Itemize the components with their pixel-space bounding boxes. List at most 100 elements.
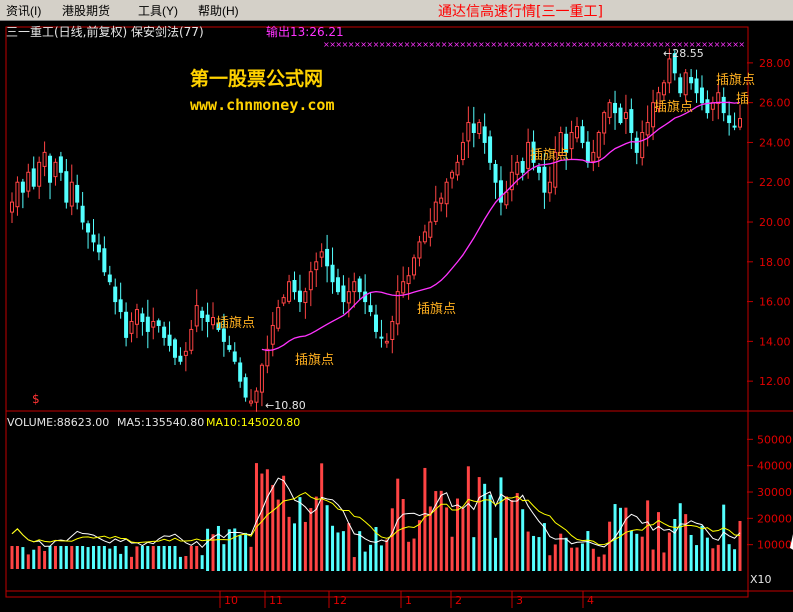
volume-bar xyxy=(97,546,101,571)
menu-hk-futures[interactable]: 港股期货 xyxy=(62,2,110,19)
price-tick-label: 12.00 xyxy=(759,375,791,388)
month-label: 4 xyxy=(587,594,594,607)
volume-bar xyxy=(396,478,400,571)
candle-up xyxy=(303,291,308,304)
volume-bar xyxy=(499,477,503,571)
volume-bar xyxy=(407,541,411,571)
candle-up xyxy=(667,58,672,84)
month-label: 1 xyxy=(405,594,412,607)
candle-up xyxy=(183,350,188,356)
candle-up xyxy=(276,307,281,329)
candle-down xyxy=(80,205,85,223)
candle-up xyxy=(466,122,471,142)
candle-up xyxy=(607,102,612,118)
price-tick-label: 16.00 xyxy=(759,296,791,309)
volume-bar xyxy=(705,537,709,571)
candle-down xyxy=(580,126,585,143)
volume-bar xyxy=(119,553,123,571)
candle-down xyxy=(357,278,362,293)
volume-bar xyxy=(195,546,199,571)
candle-up xyxy=(433,201,438,222)
flag-point-annotation: 插旗点 xyxy=(530,147,569,163)
volume-bar xyxy=(113,546,117,571)
volume-bar xyxy=(157,546,161,571)
candle-up xyxy=(134,309,139,325)
volume-bar xyxy=(10,546,14,571)
candle-down xyxy=(145,316,150,332)
price-tick-label: 24.00 xyxy=(759,136,791,149)
volume-bar xyxy=(70,546,74,571)
candle-up xyxy=(738,118,742,128)
candle-down xyxy=(542,166,547,193)
candle-down xyxy=(379,336,384,339)
volume-bar xyxy=(689,534,693,571)
volume-bar xyxy=(548,555,552,571)
volume-bar xyxy=(570,547,574,571)
volume-bar xyxy=(494,537,498,571)
candle-up xyxy=(352,281,357,293)
candle-up xyxy=(428,221,433,238)
volume-bar xyxy=(178,556,182,571)
volume-bar xyxy=(602,554,606,571)
volume-bar xyxy=(53,546,57,571)
price-tick-label: 20.00 xyxy=(759,216,791,229)
volume-bar xyxy=(162,546,166,571)
candle-up xyxy=(194,305,199,327)
menu-help[interactable]: 帮助(H) xyxy=(198,2,239,19)
volume-bar xyxy=(483,483,487,571)
volume-bar xyxy=(86,547,90,571)
volume-bar xyxy=(233,528,237,571)
volume-bar xyxy=(716,544,720,571)
high-price-label: ←28.55 xyxy=(663,47,704,60)
volume-bar xyxy=(515,493,519,571)
volume-bar xyxy=(385,539,389,571)
unit-label: X10 xyxy=(750,573,772,586)
flag-point-annotation: 插旗点 xyxy=(716,72,755,88)
candle-down xyxy=(64,171,69,203)
menu-info[interactable]: 资讯(I) xyxy=(6,2,41,19)
candle-up xyxy=(395,291,400,325)
volume-bar xyxy=(358,531,362,571)
candle-down xyxy=(520,161,525,173)
candle-down xyxy=(325,248,330,267)
candle-down xyxy=(618,107,623,124)
price-tick-label: 18.00 xyxy=(759,256,791,269)
volume-bar xyxy=(43,550,47,571)
candle-down xyxy=(374,314,378,332)
candle-up xyxy=(10,201,14,213)
volume-bar xyxy=(222,544,226,571)
volume-bar xyxy=(472,537,476,571)
volume-bar xyxy=(439,490,443,571)
flag-point-annotation-edge: 插 xyxy=(736,92,749,107)
price-tick-label: 26.00 xyxy=(759,97,791,110)
volume-bar xyxy=(521,509,525,571)
menu-tools[interactable]: 工具(Y) xyxy=(138,2,178,19)
candle-down xyxy=(292,279,297,293)
volume-bar xyxy=(59,546,63,571)
candle-up xyxy=(390,320,395,340)
volume-bar xyxy=(369,544,373,571)
output-time: 输出13:26.21 xyxy=(266,24,344,39)
candle-up xyxy=(439,197,444,204)
volume-bar xyxy=(238,535,242,571)
candle-up xyxy=(460,141,465,161)
candle-down xyxy=(96,244,101,253)
volume-bar xyxy=(629,530,633,571)
volume-bar xyxy=(363,551,367,571)
volume-bar xyxy=(417,520,421,571)
volume-bar xyxy=(325,505,329,571)
candle-down xyxy=(297,290,302,303)
candle-up xyxy=(265,348,270,367)
candle-down xyxy=(31,168,36,187)
volume-bar xyxy=(695,545,699,571)
candle-down xyxy=(167,334,172,346)
volume-bar xyxy=(532,535,536,571)
signal-marker: $ xyxy=(32,392,40,406)
volume-bar xyxy=(580,543,584,571)
volume-bar xyxy=(37,546,41,571)
price-tick-label: 22.00 xyxy=(759,176,791,189)
candle-down xyxy=(48,155,53,183)
volume-bar xyxy=(227,529,231,571)
candle-up xyxy=(477,122,482,135)
volume-bar xyxy=(624,507,628,571)
